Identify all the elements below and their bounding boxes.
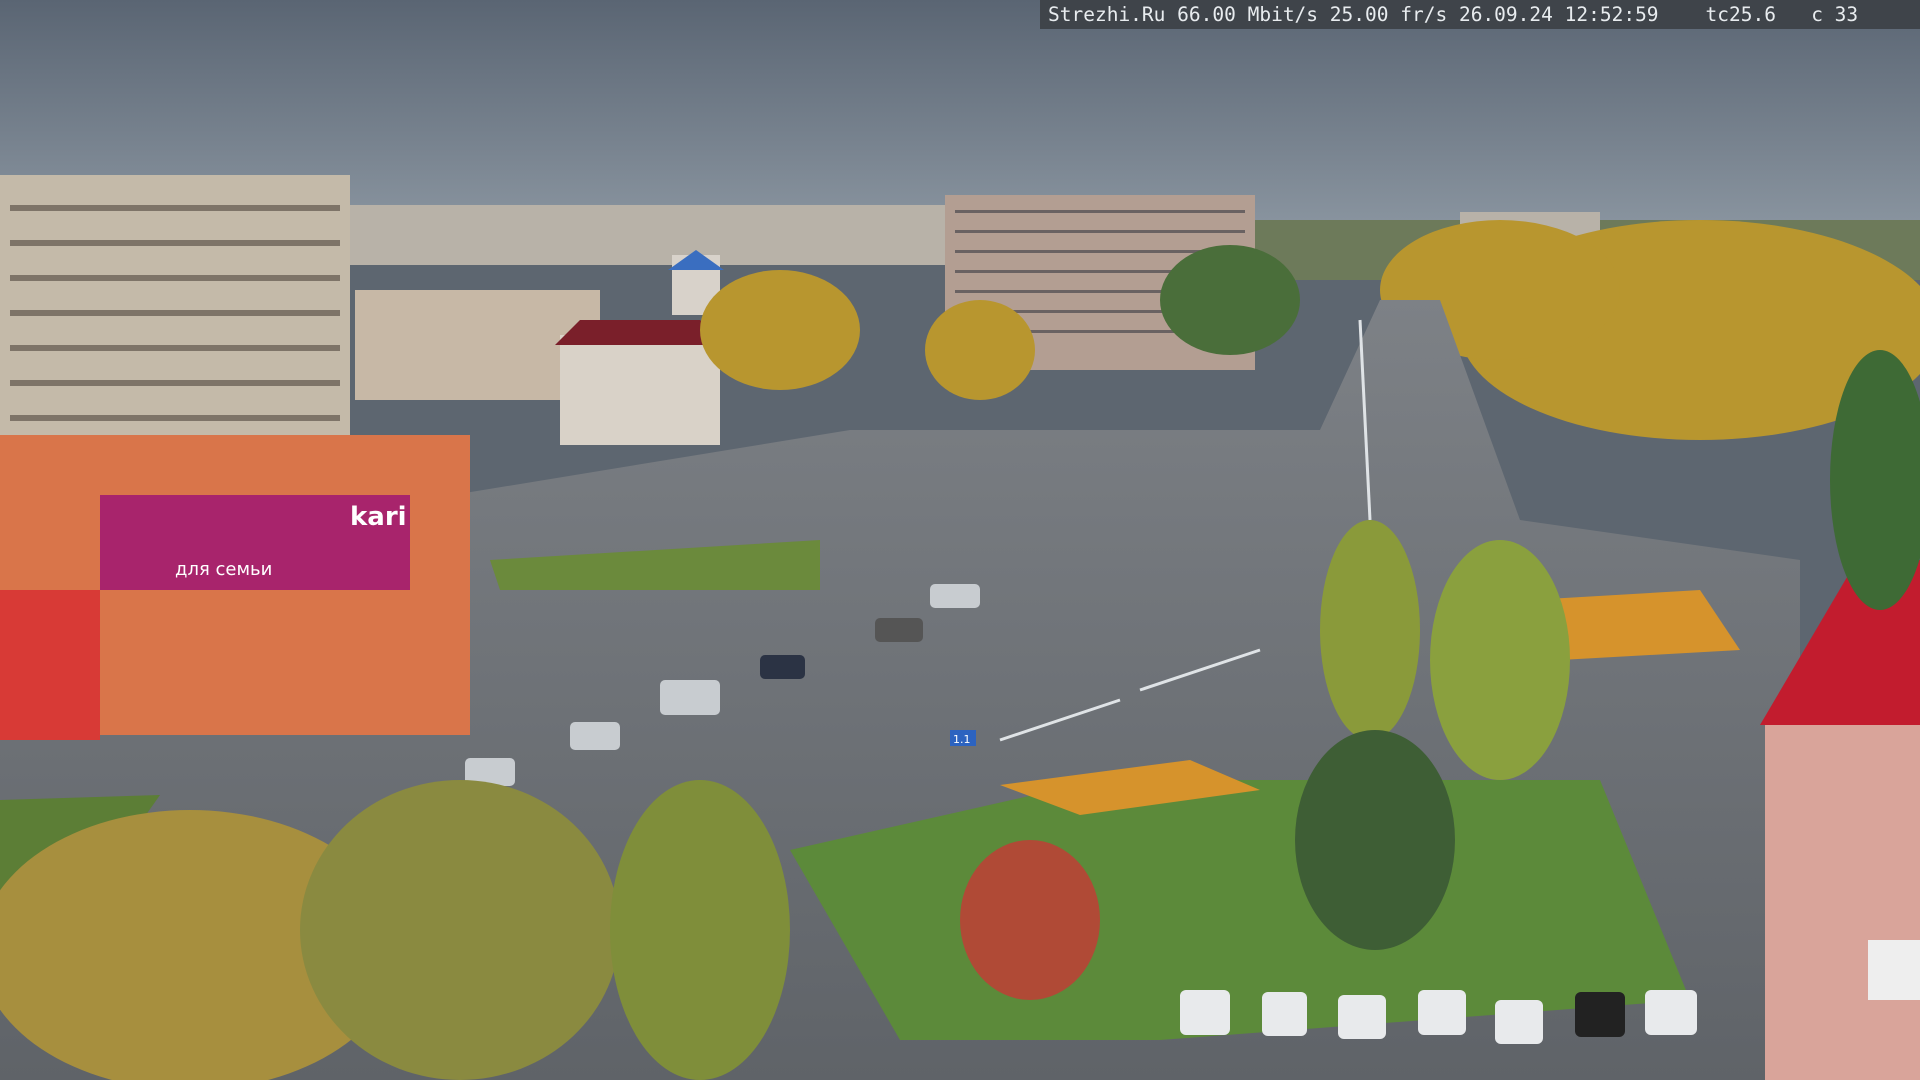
osd-site: Strezhi.Ru [1048,3,1166,26]
osd-date: 26.09.24 [1458,3,1553,26]
webcam-scene: kari для семьи 1.1 [0,0,1920,1080]
osd-extra: c 33 [1811,3,1859,26]
osd-temp: tc25.6 [1705,3,1776,26]
store-red-entrance [0,590,100,740]
osd-framerate: 25.00 fr/s [1329,3,1448,26]
right-building-window [1868,940,1920,1000]
red-roof-building [560,335,720,445]
osd-time: 12:52:59 [1564,3,1659,26]
road-sign-text: 1.1 [953,733,971,746]
osd-bitrate: 66.00 Mbit/s [1177,3,1319,26]
red-roof [555,320,725,345]
camera-osd-overlay: Strezhi.Ru 66.00 Mbit/s 25.00 fr/s 26.09… [1040,0,1920,29]
right-red-building [1765,720,1920,1080]
kari-slogan-text: для семьи [175,559,272,580]
kari-brand-text: kari [350,502,407,532]
